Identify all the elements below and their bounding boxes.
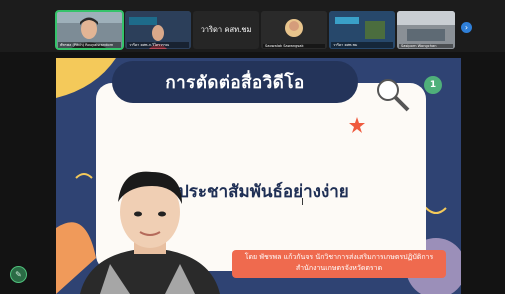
credit-author: โดย พัชรพล แก้วกันจร นักวิชาการส่งเสริมก… — [244, 253, 434, 261]
participant-tile[interactable]: วาริดา คสท.ชม — [329, 11, 395, 49]
participant-tile-active-speaker[interactable]: พัชรพล (Pitch) Rouyaisrandorn — [55, 10, 124, 50]
participant-name: วาริดา คสท.ภ.วิไลรวรรณ — [127, 42, 189, 48]
participant-tile[interactable]: Sasiporn Wongchan — [397, 11, 455, 49]
slide-credit-box: โดย พัชรพล แก้วกันจร นักวิชาการส่งเสริมก… — [232, 250, 446, 278]
magnifier-icon — [377, 79, 410, 112]
participant-name: พัชรพล (Pitch) Rouyaisrandorn — [58, 42, 121, 48]
slide-title: การตัดต่อสื่อวิดีโอ — [112, 61, 358, 103]
participant-name: วาริดา คสท.ชม — [200, 25, 252, 34]
next-participants-button[interactable]: › — [461, 22, 472, 33]
participant-strip: พัชรพล (Pitch) Rouyaisrandorn วาริดา คสท… — [0, 0, 505, 52]
credit-office: สำนักงานเกษตรจังหวัดตราด — [295, 264, 383, 272]
participant-name: วาริดา คสท.ชม — [331, 42, 393, 48]
participant-tile[interactable]: วาริดา คสท.ชม — [193, 11, 259, 49]
participant-tile[interactable]: Saowalak Sawangsak — [261, 11, 327, 49]
pen-annotate-button[interactable]: ✎ — [10, 266, 27, 283]
participant-name: Sasiporn Wongchan — [399, 44, 453, 48]
mouse-cursor-icon: I — [301, 197, 304, 208]
slide-page-number: 1 — [424, 76, 442, 94]
presenter-video — [80, 171, 220, 294]
participant-tile[interactable]: วาริดา คสท.ภ.วิไลรวรรณ — [125, 11, 191, 49]
participant-name: Saowalak Sawangsak — [263, 44, 325, 48]
star-icon — [349, 117, 365, 133]
